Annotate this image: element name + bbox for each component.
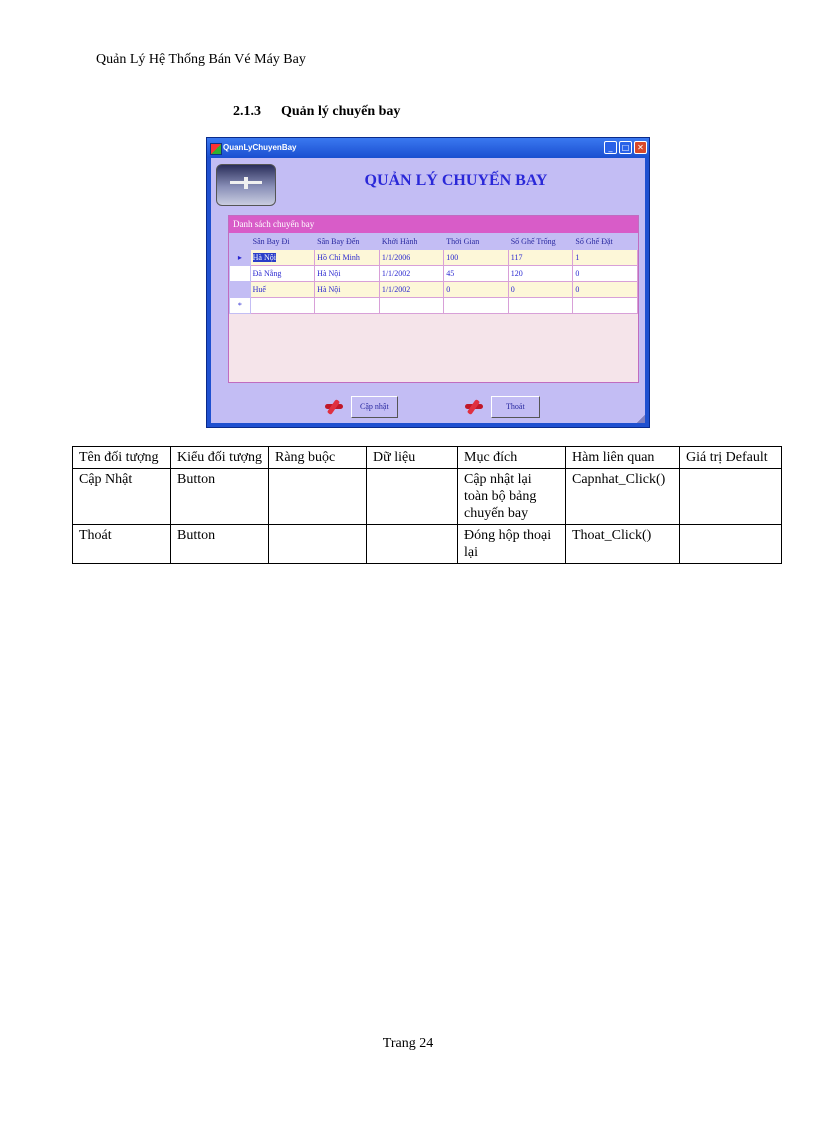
grid-cell[interactable]: 117 [507, 249, 574, 266]
airplane-icon [323, 398, 345, 416]
airport-logo [216, 164, 276, 206]
column-header[interactable]: Số Ghế Đặt [572, 233, 638, 250]
header-cell: Tên đối tượng [72, 446, 171, 469]
app-window: QuanLyChuyenBay _ □ ✕ QUẢN LÝ CHUYẾN BAY… [206, 137, 650, 428]
grid-cell[interactable]: 0 [572, 265, 638, 282]
table-cell [268, 524, 367, 564]
grid-cell[interactable]: 120 [507, 265, 574, 282]
table-cell: Thoát [72, 524, 171, 564]
thoat-button-label[interactable]: Thoát [491, 396, 540, 418]
airplane-icon [463, 398, 485, 416]
section-title: Quản lý chuyến bay [281, 104, 401, 119]
flight-datagrid[interactable]: Danh sách chuyến bay Sân Bay Đi Sân Bay … [228, 215, 639, 383]
table-cell: Thoat_Click() [565, 524, 680, 564]
grid-header-row: Sân Bay Đi Sân Bay Đến Khởi Hành Thời Gi… [229, 233, 638, 250]
header-cell: Hàm liên quan [565, 446, 680, 469]
table-cell: Button [170, 468, 269, 525]
grid-cell[interactable]: 0 [443, 281, 509, 298]
grid-cell[interactable]: 0 [507, 281, 574, 298]
grid-cell[interactable] [443, 297, 509, 314]
grid-cell[interactable]: 1/1/2006 [378, 249, 445, 266]
grid-cell[interactable]: Hà Nội [314, 265, 380, 282]
table-cell: Cập nhật lại toàn bộ bảng chuyến bay [457, 468, 566, 525]
grid-cell[interactable] [378, 297, 445, 314]
table-cell: Button [170, 524, 269, 564]
table-cell [679, 468, 782, 525]
header-cell: Ràng buộc [268, 446, 367, 469]
header-cell: Kiểu đối tượng [170, 446, 269, 469]
form-title: QUẢN LÝ CHUYẾN BAY [364, 172, 548, 189]
grid-cell[interactable] [507, 297, 574, 314]
grid-cell[interactable]: Hà Nội [249, 249, 316, 266]
column-header[interactable]: Sân Bay Đi [249, 233, 316, 250]
grid-cell[interactable]: 45 [443, 265, 509, 282]
table-header-row: Tên đối tượng Kiểu đối tượng Ràng buộc D… [72, 446, 782, 469]
grid-row[interactable]: Huế Hà Nội 1/1/2002 0 0 0 [229, 281, 638, 298]
object-properties-table: Tên đối tượng Kiểu đối tượng Ràng buộc D… [72, 446, 782, 564]
capnhat-button-label[interactable]: Cập nhật [351, 396, 398, 418]
new-row-marker[interactable]: * [229, 297, 251, 314]
document-header: Quản Lý Hệ Thống Bán Vé Máy Bay [96, 52, 306, 67]
table-row: Cập Nhật Button Cập nhật lại toàn bộ bản… [72, 468, 782, 525]
table-cell: Cập Nhật [72, 468, 171, 525]
grid-cell[interactable]: 1 [572, 249, 638, 266]
table-cell [268, 468, 367, 525]
header-cell: Dữ liệu [366, 446, 458, 469]
page-footer: Trang 24 [382, 1036, 434, 1051]
table-cell: Capnhat_Click() [565, 468, 680, 525]
grid-cell[interactable] [249, 297, 316, 314]
grid-cell[interactable]: 100 [443, 249, 509, 266]
grid-cell[interactable]: Đà Nẵng [249, 265, 316, 282]
grid-new-row[interactable]: * [229, 297, 638, 314]
grid-cell[interactable]: 1/1/2002 [378, 281, 445, 298]
grid-cell[interactable]: Huế [249, 281, 316, 298]
window-title: QuanLyChuyenBay [223, 143, 297, 152]
grid-cell[interactable] [314, 297, 380, 314]
table-row: Thoát Button Đóng hộp thoại lại Thoat_Cl… [72, 524, 782, 564]
close-icon[interactable]: ✕ [634, 141, 647, 154]
window-client-area: QUẢN LÝ CHUYẾN BAY Danh sách chuyến bay … [211, 158, 645, 423]
column-header[interactable]: Khởi Hành [378, 233, 445, 250]
capnhat-button[interactable]: Cập nhật [323, 396, 398, 418]
app-icon [210, 143, 222, 155]
flight-table: Sân Bay Đi Sân Bay Đến Khởi Hành Thời Gi… [229, 233, 638, 314]
column-header[interactable]: Số Ghế Trống [507, 233, 574, 250]
table-cell [366, 468, 458, 525]
table-cell [366, 524, 458, 564]
grid-cell[interactable]: 0 [572, 281, 638, 298]
grid-cell[interactable]: 1/1/2002 [378, 265, 445, 282]
window-titlebar[interactable]: QuanLyChuyenBay _ □ ✕ [207, 138, 649, 158]
minimize-icon[interactable]: _ [604, 141, 617, 154]
header-cell: Giá trị Default [679, 446, 782, 469]
thoat-button[interactable]: Thoát [463, 396, 540, 418]
grid-cell[interactable] [572, 297, 638, 314]
maximize-icon[interactable]: □ [619, 141, 632, 154]
grid-row[interactable]: ▸ Hà Nội Hồ Chí Minh 1/1/2006 100 117 1 [229, 249, 638, 266]
section-heading: 2.1.3 Quản lý chuyến bay [233, 104, 400, 120]
current-row-marker[interactable]: ▸ [229, 249, 251, 266]
grid-cell[interactable]: Hồ Chí Minh [314, 249, 380, 266]
resize-grip-icon[interactable] [637, 415, 645, 423]
grid-row[interactable]: Đà Nẵng Hà Nội 1/1/2002 45 120 0 [229, 265, 638, 282]
column-header[interactable]: Sân Bay Đến [314, 233, 380, 250]
table-cell: Đóng hộp thoại lại [457, 524, 566, 564]
grid-cell[interactable]: Hà Nội [314, 281, 380, 298]
grid-caption: Danh sách chuyến bay [229, 216, 638, 233]
table-cell [679, 524, 782, 564]
header-cell: Mục đích [457, 446, 566, 469]
column-header[interactable]: Thời Gian [443, 233, 509, 250]
section-number: 2.1.3 [233, 104, 261, 119]
